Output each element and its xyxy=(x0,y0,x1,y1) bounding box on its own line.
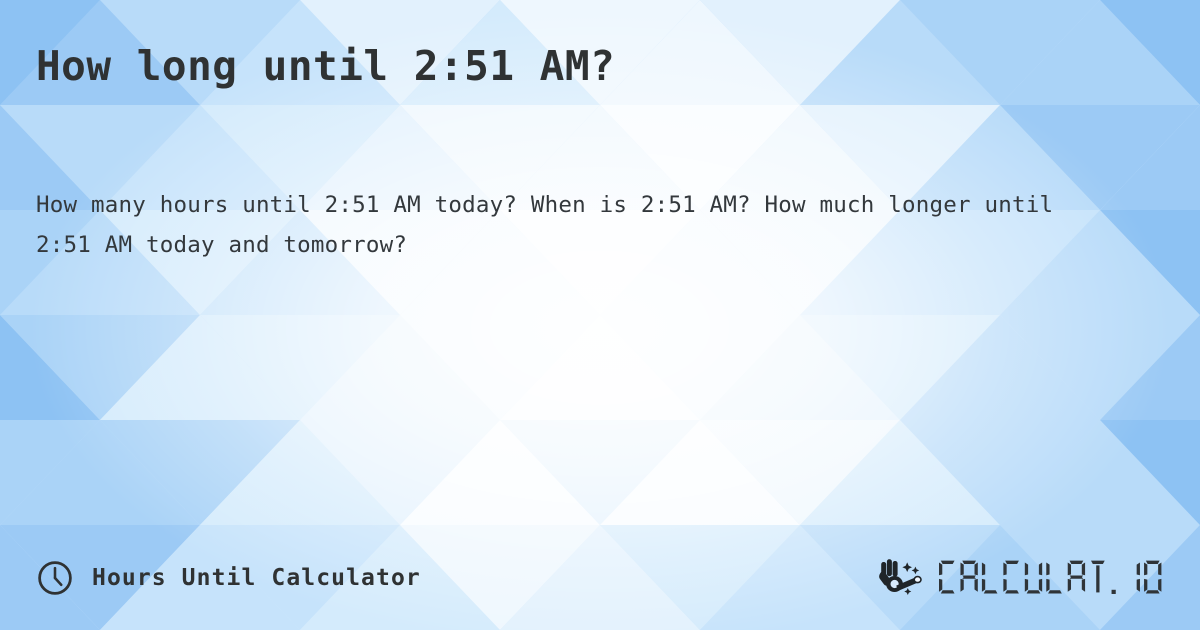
social-card: How long until 2:51 AM? How many hours u… xyxy=(0,0,1200,630)
footer-brand: Hours Until Calculator xyxy=(36,559,421,597)
wand-hand-icon xyxy=(879,559,923,595)
page-description: How many hours until 2:51 AM today? When… xyxy=(36,192,1054,258)
card-content: How long until 2:51 AM? How many hours u… xyxy=(0,0,1200,630)
logo-wordmark xyxy=(939,560,1162,594)
card-footer: Hours Until Calculator xyxy=(36,552,1172,604)
clock-icon xyxy=(38,561,72,595)
site-logo[interactable] xyxy=(877,556,1166,600)
page-title: How long until 2:51 AM? xyxy=(36,42,616,90)
footer-brand-label: Hours Until Calculator xyxy=(92,565,421,591)
